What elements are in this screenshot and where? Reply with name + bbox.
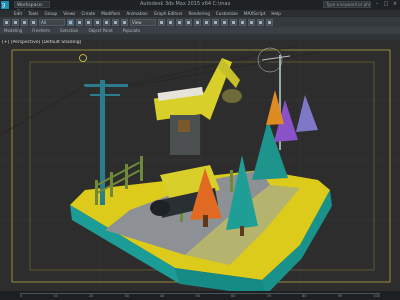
material-editor-icon[interactable] <box>239 18 246 26</box>
perspective-viewport[interactable]: [+] [Perspective] [Default Shading] <box>0 40 400 291</box>
rotate-icon[interactable] <box>112 18 119 26</box>
timeline-tick: 60 <box>231 294 236 298</box>
menu-item-tools[interactable]: Tools <box>28 10 38 17</box>
title-bar: 3 Workspace: Default Autodesk 3ds Max 20… <box>0 0 400 15</box>
close-icon[interactable]: × <box>392 1 398 7</box>
undo-icon[interactable] <box>3 18 10 26</box>
timeline-tick: 30 <box>124 294 129 298</box>
minimize-icon[interactable]: – <box>374 1 380 7</box>
menu-item-create[interactable]: Create <box>81 10 95 17</box>
menu-item-modifiers[interactable]: Modifiers <box>101 10 120 17</box>
timeline-tick: 40 <box>159 294 165 298</box>
timeline-tick: 70 <box>266 294 272 298</box>
tree-orange-small <box>266 90 284 125</box>
move-icon[interactable] <box>103 18 110 26</box>
window-crossing-icon[interactable] <box>94 18 101 26</box>
menu-item-customize[interactable]: Customize <box>216 10 238 17</box>
window-controls: – □ × <box>374 1 398 7</box>
search-input[interactable]: Type a keyword or phrase <box>323 1 371 8</box>
tree-lavender <box>296 95 318 132</box>
timeline-tick: 100 <box>373 294 380 298</box>
percent-snap-icon[interactable] <box>185 18 192 26</box>
menu-item-views[interactable]: Views <box>63 10 75 17</box>
tab-populate[interactable]: Populate <box>123 27 140 34</box>
rect-selection-icon[interactable] <box>85 18 92 26</box>
align-icon[interactable] <box>203 18 210 26</box>
curve-editor-icon[interactable] <box>221 18 228 26</box>
menu-item-help[interactable]: Help <box>271 10 281 17</box>
unlink-icon[interactable] <box>30 18 37 26</box>
snap-icon[interactable] <box>167 18 174 26</box>
timeline-tick: 80 <box>302 294 307 298</box>
scale-icon[interactable] <box>121 18 128 26</box>
viewport-label[interactable]: [+] [Perspective] [Default Shading] <box>2 40 81 45</box>
timeline-tick: 10 <box>53 294 58 298</box>
timeline-tick: 20 <box>88 294 94 298</box>
schematic-icon[interactable] <box>230 18 237 26</box>
menu-item-animation[interactable]: Animation <box>126 10 147 17</box>
menu-bar: Edit Tools Group Views Create Modifiers … <box>0 10 400 17</box>
timeline-track[interactable]: 0 10 20 30 40 50 60 70 80 90 100 <box>20 293 380 298</box>
app-logo-icon[interactable]: 3 <box>0 0 10 10</box>
window-title: Autodesk 3ds Max 2015 x64 C:\max <box>140 1 231 7</box>
render-setup-icon[interactable] <box>248 18 255 26</box>
layer-icon[interactable] <box>212 18 219 26</box>
render-frame-icon[interactable] <box>257 18 264 26</box>
link-icon[interactable] <box>21 18 28 26</box>
pivot-icon[interactable] <box>158 18 165 26</box>
menu-item-edit[interactable]: Edit <box>14 10 22 17</box>
mirror-icon[interactable] <box>194 18 201 26</box>
menu-item-graph-editors[interactable]: Graph Editors <box>154 10 183 17</box>
angle-snap-icon[interactable] <box>176 18 183 26</box>
timeline-tick: 50 <box>195 294 200 298</box>
tab-object-paint[interactable]: Object Paint <box>88 27 112 34</box>
tab-modeling[interactable]: Modeling <box>4 27 22 34</box>
reference-coord-dropdown[interactable]: View <box>130 18 156 26</box>
scene-canvas <box>0 40 400 291</box>
selection-gizmo-icon <box>79 54 87 62</box>
select-object-icon[interactable] <box>67 18 74 26</box>
render-icon[interactable] <box>266 18 273 26</box>
menu-item-maxscript[interactable]: MAXScript <box>244 10 266 17</box>
redo-icon[interactable] <box>12 18 19 26</box>
selection-filter-dropdown[interactable]: All <box>39 18 65 26</box>
timeline-tick: 0 <box>20 294 23 298</box>
menu-item-group[interactable]: Group <box>44 10 57 17</box>
maximize-icon[interactable]: □ <box>383 1 389 7</box>
main-toolbar: All View <box>0 17 400 27</box>
workspace-dropdown[interactable]: Workspace: Default <box>14 1 50 15</box>
ribbon-tabs: Modeling Freeform Selection Object Paint… <box>0 27 400 34</box>
tab-freeform[interactable]: Freeform <box>32 27 50 34</box>
select-by-name-icon[interactable] <box>76 18 83 26</box>
timeline-tick: 90 <box>337 294 343 298</box>
menu-item-rendering[interactable]: Rendering <box>188 10 209 17</box>
tab-selection[interactable]: Selection <box>60 27 78 34</box>
